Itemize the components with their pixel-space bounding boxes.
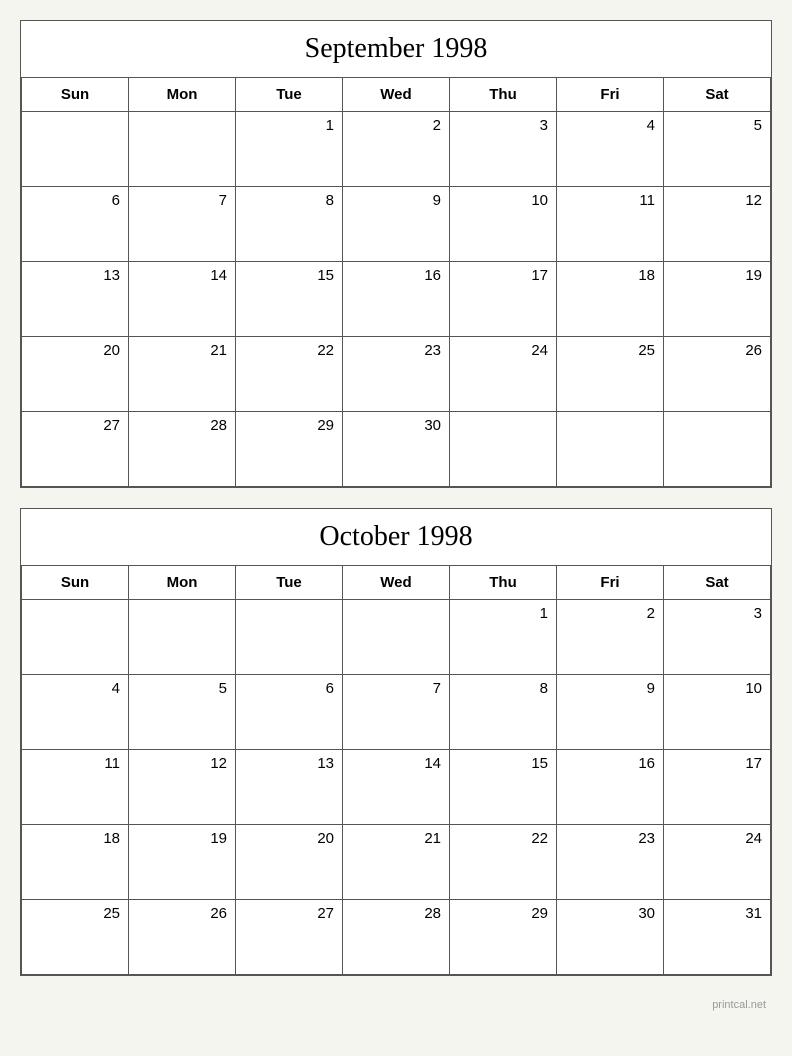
day-cell: 5 xyxy=(664,112,771,187)
day-cell: 20 xyxy=(236,825,343,900)
day-cell: 27 xyxy=(236,900,343,975)
day-cell: 4 xyxy=(22,675,129,750)
day-cell: 24 xyxy=(450,337,557,412)
day-cell: 14 xyxy=(129,262,236,337)
day-cell: 16 xyxy=(557,750,664,825)
day-cell: 7 xyxy=(129,187,236,262)
september-grid: Sun Mon Tue Wed Thu Fri Sat 1 2 3 4 5 6 … xyxy=(21,78,771,487)
day-cell: 4 xyxy=(557,112,664,187)
header-sat: Sat xyxy=(664,78,771,112)
day-cell xyxy=(343,600,450,675)
october-grid: Sun Mon Tue Wed Thu Fri Sat 1 2 3 4 5 6 … xyxy=(21,566,771,975)
day-cell: 8 xyxy=(450,675,557,750)
day-cell: 2 xyxy=(557,600,664,675)
header-thu: Thu xyxy=(450,78,557,112)
september-title: September 1998 xyxy=(21,21,771,78)
day-cell: 29 xyxy=(450,900,557,975)
day-cell: 18 xyxy=(557,262,664,337)
day-cell: 11 xyxy=(22,750,129,825)
day-cell: 12 xyxy=(664,187,771,262)
day-cell: 6 xyxy=(236,675,343,750)
day-cell: 13 xyxy=(22,262,129,337)
header-fri: Fri xyxy=(557,566,664,600)
day-cell: 28 xyxy=(129,412,236,487)
day-cell: 23 xyxy=(343,337,450,412)
day-cell: 19 xyxy=(129,825,236,900)
day-cell: 24 xyxy=(664,825,771,900)
day-cell xyxy=(22,600,129,675)
day-cell: 22 xyxy=(450,825,557,900)
header-mon: Mon xyxy=(129,566,236,600)
day-cell: 25 xyxy=(22,900,129,975)
day-cell: 1 xyxy=(236,112,343,187)
header-tue: Tue xyxy=(236,78,343,112)
day-cell xyxy=(664,412,771,487)
day-cell xyxy=(129,600,236,675)
day-cell: 23 xyxy=(557,825,664,900)
day-cell: 5 xyxy=(129,675,236,750)
day-cell xyxy=(22,112,129,187)
header-sun: Sun xyxy=(22,566,129,600)
day-cell: 26 xyxy=(129,900,236,975)
day-cell xyxy=(129,112,236,187)
header-fri: Fri xyxy=(557,78,664,112)
day-cell: 18 xyxy=(22,825,129,900)
day-cell: 3 xyxy=(664,600,771,675)
day-cell: 9 xyxy=(557,675,664,750)
day-cell: 15 xyxy=(450,750,557,825)
day-cell xyxy=(236,600,343,675)
day-cell: 17 xyxy=(450,262,557,337)
day-cell: 25 xyxy=(557,337,664,412)
header-wed: Wed xyxy=(343,78,450,112)
day-cell xyxy=(557,412,664,487)
day-cell: 14 xyxy=(343,750,450,825)
day-cell: 8 xyxy=(236,187,343,262)
header-wed: Wed xyxy=(343,566,450,600)
day-cell: 28 xyxy=(343,900,450,975)
day-cell: 17 xyxy=(664,750,771,825)
day-cell: 15 xyxy=(236,262,343,337)
day-cell: 30 xyxy=(343,412,450,487)
day-cell: 21 xyxy=(343,825,450,900)
day-cell: 10 xyxy=(664,675,771,750)
day-cell: 21 xyxy=(129,337,236,412)
october-calendar: October 1998 Sun Mon Tue Wed Thu Fri Sat… xyxy=(20,508,772,976)
day-cell: 7 xyxy=(343,675,450,750)
day-cell: 27 xyxy=(22,412,129,487)
day-cell: 3 xyxy=(450,112,557,187)
day-cell: 2 xyxy=(343,112,450,187)
day-cell: 12 xyxy=(129,750,236,825)
watermark: printcal.net xyxy=(20,996,772,1014)
header-tue: Tue xyxy=(236,566,343,600)
day-cell: 26 xyxy=(664,337,771,412)
day-cell: 30 xyxy=(557,900,664,975)
day-cell: 16 xyxy=(343,262,450,337)
header-sun: Sun xyxy=(22,78,129,112)
september-calendar: September 1998 Sun Mon Tue Wed Thu Fri S… xyxy=(20,20,772,488)
header-sat: Sat xyxy=(664,566,771,600)
day-cell: 19 xyxy=(664,262,771,337)
header-mon: Mon xyxy=(129,78,236,112)
header-thu: Thu xyxy=(450,566,557,600)
october-title: October 1998 xyxy=(21,509,771,566)
day-cell: 20 xyxy=(22,337,129,412)
day-cell: 1 xyxy=(450,600,557,675)
day-cell: 10 xyxy=(450,187,557,262)
day-cell xyxy=(450,412,557,487)
day-cell: 11 xyxy=(557,187,664,262)
day-cell: 13 xyxy=(236,750,343,825)
day-cell: 29 xyxy=(236,412,343,487)
day-cell: 9 xyxy=(343,187,450,262)
day-cell: 22 xyxy=(236,337,343,412)
day-cell: 6 xyxy=(22,187,129,262)
day-cell: 31 xyxy=(664,900,771,975)
